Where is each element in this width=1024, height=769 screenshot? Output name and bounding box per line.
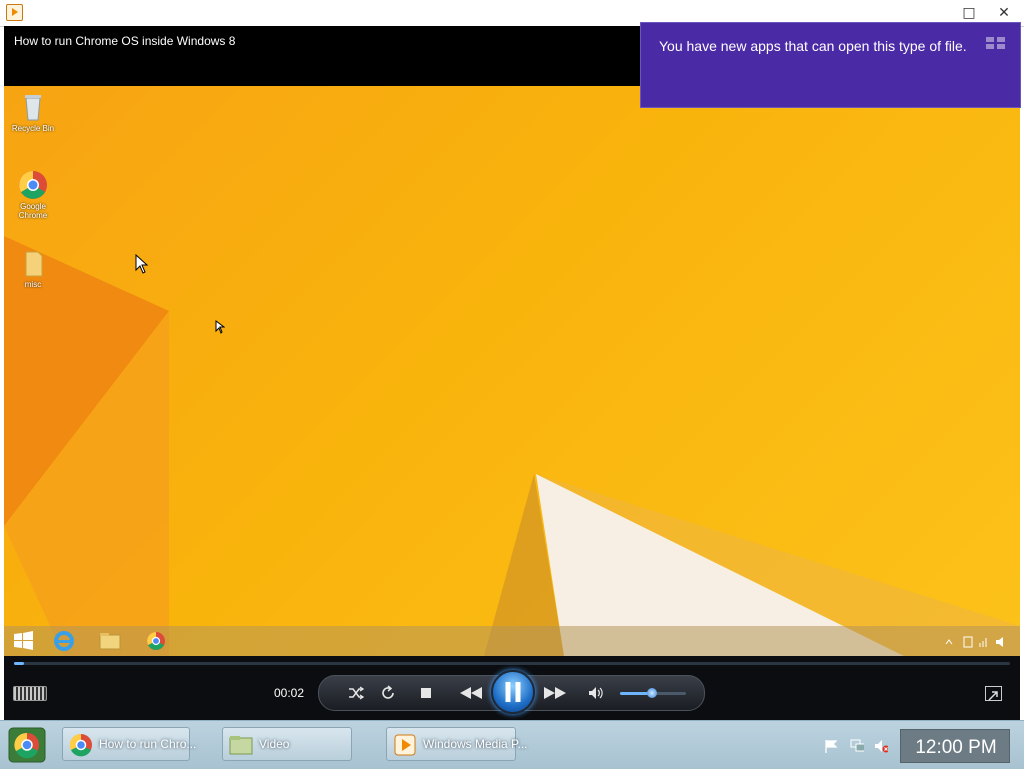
video-display[interactable]: How to run Chrome OS inside Windows 8 Re… [4, 26, 1020, 656]
equalizer-icon[interactable] [13, 686, 47, 701]
notification-text: You have new apps that can open this typ… [659, 38, 967, 54]
switch-view-icon [988, 691, 998, 701]
video-title: How to run Chrome OS inside Windows 8 [14, 34, 236, 48]
start-chrome-icon[interactable] [8, 727, 46, 763]
maximize-button[interactable]: □ [957, 3, 981, 23]
windows-start-icon [14, 631, 33, 650]
repeat-icon [382, 685, 394, 699]
taskbar-item-label: Video [259, 737, 290, 751]
action-center-flag-icon[interactable] [824, 739, 838, 753]
notification-toast[interactable]: You have new apps that can open this typ… [640, 22, 1021, 108]
pause-button[interactable] [491, 670, 535, 714]
pause-icon [505, 682, 521, 702]
inner-tray-icons [945, 636, 1003, 648]
mouse-cursor-icon [215, 320, 225, 334]
next-button[interactable] [539, 676, 571, 710]
desktop-icon-label: Google Chrome [18, 202, 48, 220]
host-taskbar: How to run Chro... Video Windows Media P… [0, 720, 1024, 769]
previous-icon [460, 687, 482, 699]
video-frame-desktop: Recycle Bin Google Chrome misc [4, 86, 1020, 656]
taskbar-item-label: Windows Media P... [423, 737, 528, 751]
video-inner-taskbar [4, 626, 1020, 656]
repeat-button[interactable] [373, 676, 403, 710]
close-icon: ✕ [998, 5, 1010, 21]
desktop-icon-label: misc [24, 280, 42, 289]
maximize-icon: □ [962, 5, 976, 21]
media-player-icon[interactable] [6, 4, 23, 21]
recycle-bin-icon [18, 92, 48, 122]
desktop-icon-recycle-bin[interactable]: Recycle Bin [6, 92, 60, 133]
previous-button[interactable] [455, 676, 487, 710]
folder-icon [18, 248, 48, 278]
shuffle-icon [349, 686, 364, 700]
store-icon [986, 37, 1005, 49]
shuffle-button[interactable] [341, 676, 371, 710]
file-explorer-icon [99, 633, 121, 650]
chrome-icon [69, 733, 92, 757]
volume-icon [589, 687, 603, 699]
taskbar-item-label: How to run Chro... [99, 737, 197, 751]
network-icon[interactable] [850, 739, 864, 753]
volume-muted-icon[interactable] [874, 739, 888, 753]
internet-explorer-icon [54, 631, 74, 651]
mouse-cursor-icon [135, 254, 149, 274]
volume-slider[interactable] [620, 688, 686, 698]
taskbar-item-chrome[interactable]: How to run Chro... [62, 727, 196, 761]
media-player-icon [394, 734, 416, 756]
stop-button[interactable] [411, 676, 441, 710]
chrome-icon [18, 170, 48, 200]
taskbar-item-video[interactable]: Video [222, 727, 352, 761]
mute-button[interactable] [583, 676, 609, 710]
desktop-icon-google-chrome[interactable]: Google Chrome [6, 170, 60, 220]
switch-to-library-button[interactable] [985, 686, 1002, 701]
player-controls: 00:02 [4, 656, 1020, 720]
folder-icon [229, 736, 253, 755]
desktop-icon-label: Recycle Bin [11, 124, 55, 133]
clock[interactable]: 12:00 PM [900, 729, 1010, 763]
volume-slider-thumb[interactable] [646, 688, 657, 698]
chrome-icon [147, 632, 165, 650]
next-icon [544, 687, 566, 699]
stop-icon [421, 688, 431, 698]
seek-bar[interactable] [14, 662, 1010, 665]
close-button[interactable]: ✕ [992, 3, 1016, 23]
seek-bar-progress [14, 662, 24, 665]
taskbar-item-windows-media-player[interactable]: Windows Media P... [386, 727, 528, 761]
desktop-icon-misc[interactable]: misc [6, 248, 60, 289]
wallpaper-shapes [4, 236, 1020, 656]
clock-time: 12:00 PM [915, 737, 997, 758]
elapsed-time: 00:02 [274, 686, 305, 700]
